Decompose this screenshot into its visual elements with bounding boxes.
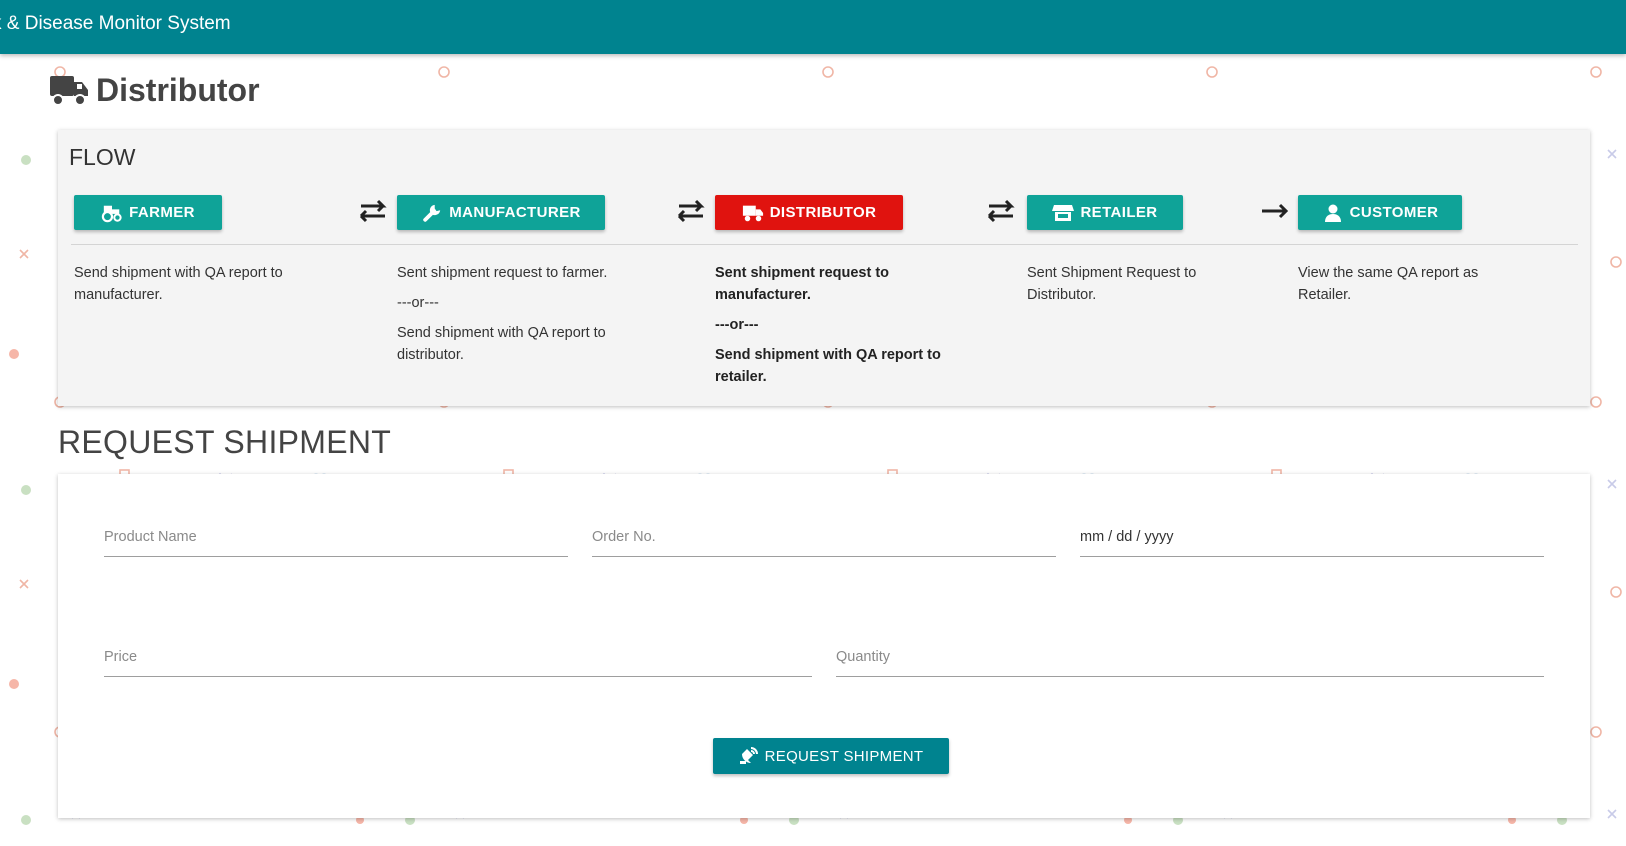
- date-field[interactable]: mm / dd / yyyy: [1080, 522, 1544, 557]
- retailer-description: Sent Shipment Request to Distributor.: [1027, 262, 1237, 306]
- request-shipment-button-label: REQUEST SHIPMENT: [764, 747, 924, 765]
- distributor-stage-button[interactable]: DISTRIBUTOR: [715, 195, 903, 230]
- farmer-stage-button[interactable]: FARMER: [74, 195, 222, 230]
- flow-card: FLOW FARMER MANUFACTURER DISTRIBUTOR RET…: [58, 130, 1590, 406]
- order-no-field: [592, 522, 1056, 557]
- date-input[interactable]: mm / dd / yyyy: [1080, 529, 1173, 545]
- user-icon: [1324, 204, 1341, 222]
- farmer-stage-label: FARMER: [129, 204, 195, 221]
- store-icon: [1052, 204, 1075, 221]
- distributor-stage-label: DISTRIBUTOR: [769, 204, 877, 221]
- right-arrow-icon: [1262, 203, 1289, 219]
- request-shipment-title: REQUEST SHIPMENT: [58, 424, 392, 460]
- app-title: k & Disease Monitor System: [0, 13, 231, 34]
- customer-stage-button[interactable]: CUSTOMER: [1298, 195, 1462, 230]
- customer-stage-label: CUSTOMER: [1349, 204, 1439, 221]
- farmer-description: Send shipment with QA report to manufact…: [74, 262, 336, 306]
- distributor-description: Sent shipment request to manufacturer. -…: [715, 262, 975, 388]
- request-shipment-form: mm / dd / yyyy REQUEST SHIPMENT: [58, 474, 1590, 818]
- distributor-description-line2: Send shipment with QA report to retailer…: [715, 347, 941, 385]
- price-input[interactable]: [104, 642, 812, 672]
- price-field: [104, 642, 812, 677]
- distributor-description-line1: Sent shipment request to manufacturer.: [715, 265, 890, 303]
- manufacturer-stage-button[interactable]: MANUFACTURER: [397, 195, 605, 230]
- product-name-field: [104, 522, 568, 557]
- flow-divider: [71, 244, 1578, 245]
- satellite-dish-icon: [739, 747, 758, 764]
- retailer-stage-button[interactable]: RETAILER: [1027, 195, 1183, 230]
- exchange-arrows-icon: [359, 199, 387, 223]
- exchange-arrows-icon: [987, 199, 1015, 223]
- manufacturer-description-separator: ---or---: [397, 295, 439, 311]
- manufacturer-stage-label: MANUFACTURER: [449, 204, 581, 221]
- wrench-icon: [423, 204, 441, 222]
- retailer-description-text: Sent Shipment Request to Distributor.: [1027, 265, 1197, 303]
- request-shipment-button[interactable]: REQUEST SHIPMENT: [713, 738, 949, 774]
- manufacturer-description-line2: Send shipment with QA report to distribu…: [397, 325, 606, 363]
- quantity-input[interactable]: [836, 642, 1544, 672]
- truck-icon: [742, 205, 763, 221]
- order-no-input[interactable]: [592, 522, 1056, 552]
- retailer-stage-label: RETAILER: [1080, 204, 1158, 221]
- top-app-bar: k & Disease Monitor System: [0, 0, 1626, 54]
- distributor-description-separator: ---or---: [715, 317, 759, 333]
- page-header: Distributor: [48, 68, 260, 112]
- manufacturer-description-line1: Sent shipment request to farmer.: [397, 265, 608, 281]
- tractor-icon: [101, 205, 122, 222]
- farmer-description-text: Send shipment with QA report to manufact…: [74, 265, 283, 303]
- exchange-arrows-icon: [677, 199, 705, 223]
- truck-icon: [50, 76, 88, 106]
- flow-title: FLOW: [69, 144, 136, 170]
- customer-description-text: View the same QA report as Retailer.: [1298, 265, 1479, 303]
- customer-description: View the same QA report as Retailer.: [1298, 262, 1508, 306]
- product-name-input[interactable]: [104, 522, 568, 552]
- manufacturer-description: Sent shipment request to farmer. ---or--…: [397, 262, 659, 366]
- page-title: Distributor: [96, 71, 260, 108]
- quantity-field: [836, 642, 1544, 677]
